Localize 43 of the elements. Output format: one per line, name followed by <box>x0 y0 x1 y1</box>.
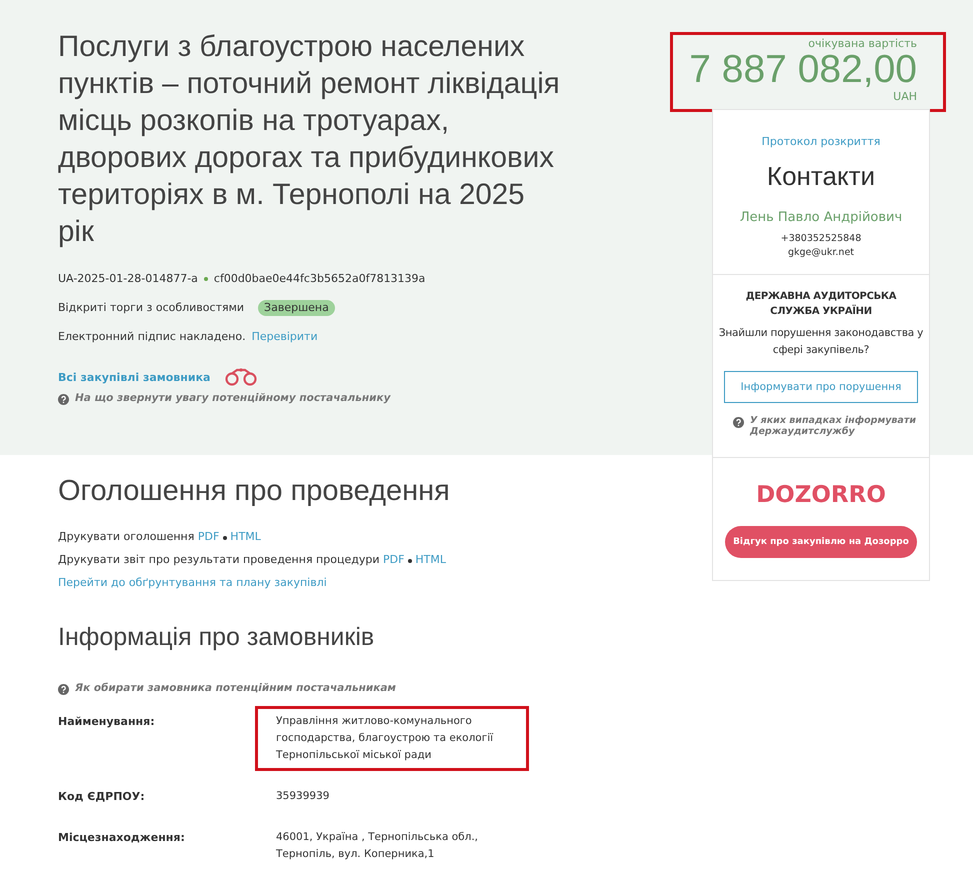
binoculars-icon <box>224 368 258 386</box>
verify-link[interactable]: Перевірити <box>252 330 318 344</box>
dozorro-feedback-button[interactable]: Відгук про закупівлю на Дозорро <box>725 526 917 558</box>
audit-hint[interactable]: У яких випадках інформувати Держаудитслужбу <box>750 415 919 437</box>
print-link[interactable]: PDF <box>382 553 404 566</box>
field-value: 46001, Україна , Тернопільська обл., Тернопіль, вул. Коперника,1 <box>276 830 480 862</box>
dozorro-logo: DOZORRO <box>755 482 887 508</box>
currency: UAH <box>892 90 917 103</box>
section-heading: Інформація про замовників <box>58 623 376 652</box>
tender-id: UA-2025-01-28-014877-a <box>58 272 198 286</box>
help-icon <box>733 417 744 428</box>
procedure-type: Відкриті торги з особливостями <box>58 301 244 315</box>
print-label: Друкувати звіт про результати проведення процедури <box>58 553 380 566</box>
price-label: очікувана вартість <box>807 37 917 50</box>
contact-email: gkge@ukr.net <box>786 246 856 260</box>
print-link[interactable]: HTML <box>415 553 446 566</box>
buyer-purchases-link[interactable]: Всі закупівлі замовника <box>58 370 210 384</box>
audit-heading: ДЕРЖАВНА АУДИТОРСЬКА СЛУЖБА УКРАЇНИ <box>744 290 898 319</box>
tender-hash: cf00d0bae0e44fc3b5652a0f7813139a <box>214 272 426 286</box>
contact-phone: +380352525848 <box>780 232 862 246</box>
field-label: Місцезнаходження: <box>58 830 186 846</box>
print-label: Друкувати оголошення <box>58 530 194 543</box>
section-heading: Оголошення про проведення <box>58 475 451 508</box>
contacts-heading: Контакти <box>766 161 876 192</box>
protocol-link[interactable]: Протокол розкриття <box>762 135 880 148</box>
help-icon <box>58 394 69 405</box>
field-label: Код ЄДРПОУ: <box>58 789 146 805</box>
contact-person: Лень Павло Андрійович <box>738 210 904 225</box>
price-amount: 7 887 082,00 <box>688 50 917 90</box>
print-link[interactable]: HTML <box>230 530 261 543</box>
field-value: Управління житлово-комунального господарства, благоустрою та екології Тернопільської міської ради <box>276 714 494 763</box>
signature-text: Електронний підпис накладено. <box>58 330 246 344</box>
report-violation-button[interactable]: Інформувати про порушення <box>724 371 918 403</box>
plan-link[interactable]: Перейти до обґрунтування та плану закупівлі <box>58 576 327 589</box>
print-link[interactable]: PDF <box>198 530 220 543</box>
tender-title: Послуги з благоустрою населених пунктів – поточний ремонт ліквідація місць розкопів на тротуарах, дворових дорогах та прибудинкових територіях в м. Тернополі на 2025 рік <box>58 29 561 250</box>
buyer-hint[interactable]: Як обирати замовника потенційним постачальникам <box>75 682 396 694</box>
audit-question: Знайшли порушення законодавства у сфері закупівель? <box>718 326 924 358</box>
help-icon <box>58 684 69 695</box>
supplier-hint[interactable]: На що звернути увагу потенційному постачальнику <box>75 392 390 404</box>
field-value: 35939939 <box>276 789 330 804</box>
field-label: Найменування: <box>58 714 156 730</box>
status-badge: Завершена <box>258 300 335 316</box>
